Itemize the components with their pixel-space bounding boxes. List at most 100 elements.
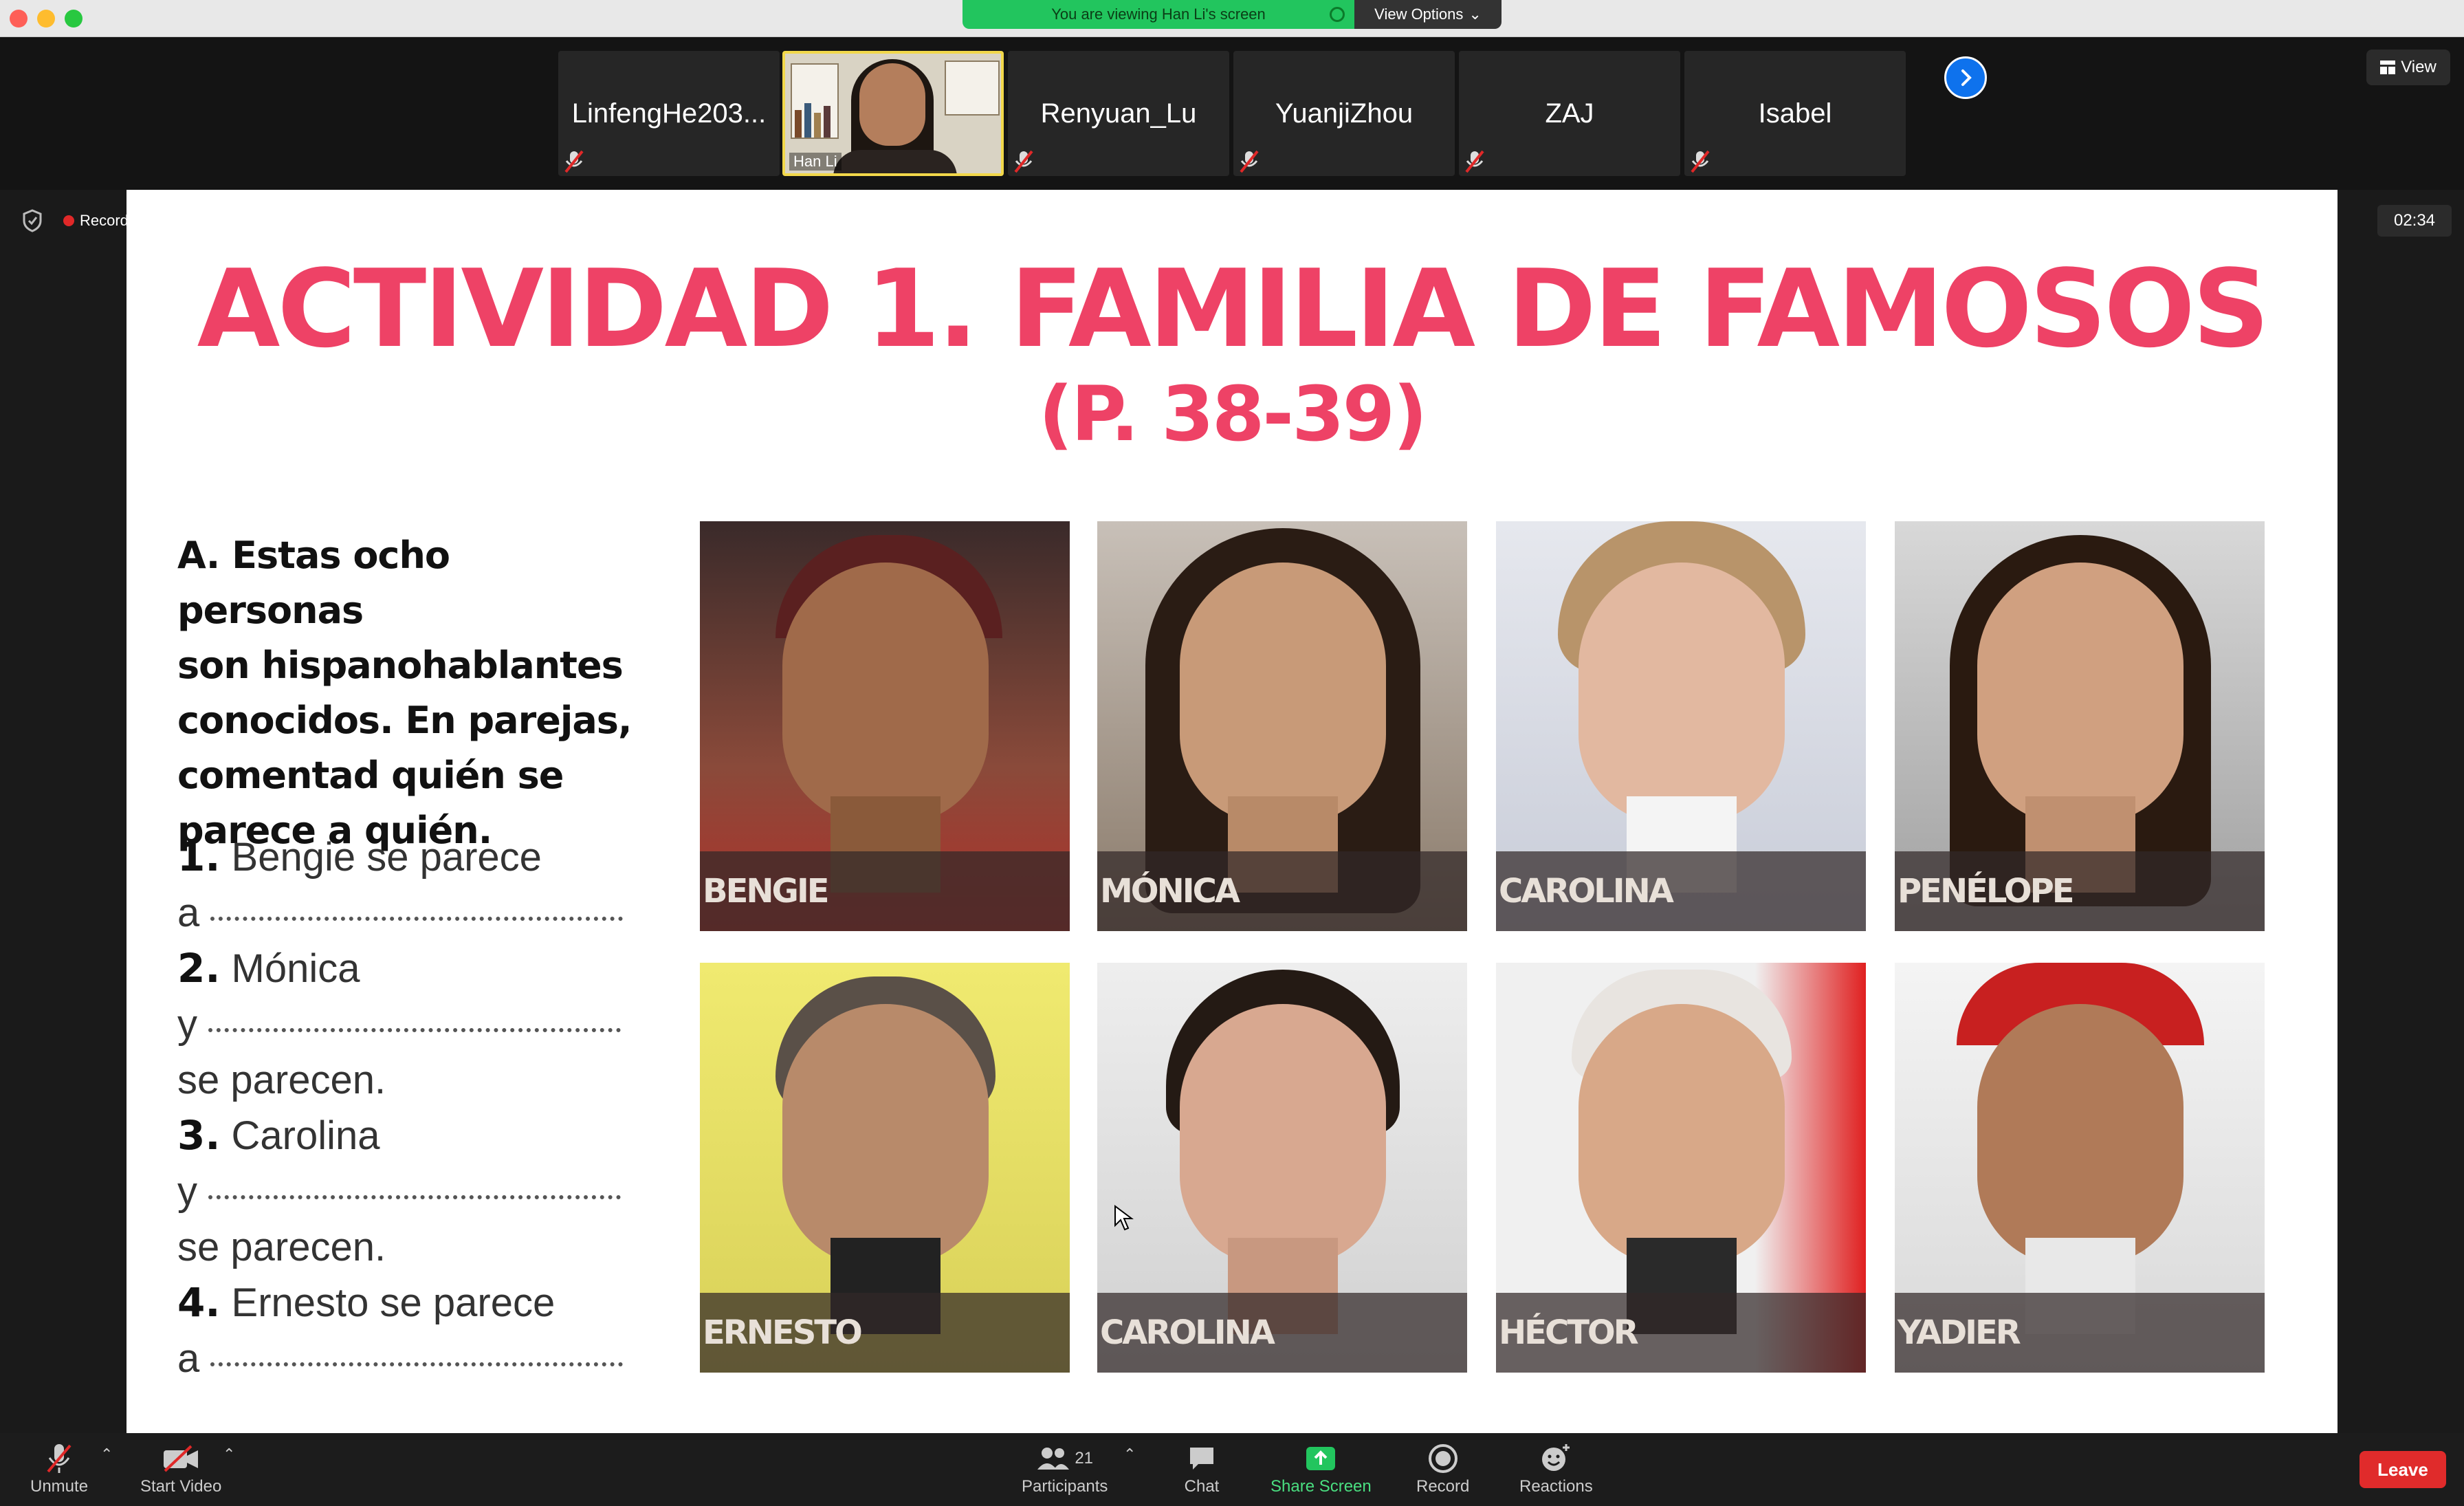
chevron-down-icon: ⌄	[1468, 6, 1482, 23]
chevron-right-icon	[1961, 69, 1972, 86]
photo-caption: CAROLINA	[1496, 851, 1866, 931]
slide-instructions: A. Estas ocho personas son hispanohablan…	[177, 528, 645, 858]
start-video-label: Start Video	[140, 1477, 222, 1496]
exercise-connector: a	[177, 891, 200, 935]
person-face	[859, 63, 925, 146]
participant-name: Renyuan_Lu	[1040, 98, 1197, 129]
celebrity-photo: YADIER	[1895, 963, 2265, 1373]
title-bar: You are viewing Han Li's screen View Opt…	[0, 0, 2464, 37]
recording-dot-icon	[63, 215, 74, 226]
participants-label: Participants	[1022, 1477, 1108, 1496]
muted-mic-icon	[1691, 150, 1710, 173]
person-shirt	[833, 150, 957, 173]
participants-options-chevron-icon[interactable]: ⌃	[1123, 1445, 1136, 1463]
exercise-number: 4.	[177, 1279, 221, 1326]
instruction-line: conocidos. En parejas,	[177, 699, 632, 742]
celebrity-photo: CAROLINA	[1097, 963, 1467, 1373]
exercise-item: 1. Bengie se parece a	[177, 829, 672, 941]
photo-caption: HÉCTOR	[1496, 1293, 1866, 1373]
answer-blank	[208, 1190, 622, 1199]
viewing-screen-banner: You are viewing Han Li's screen	[962, 0, 1354, 29]
shield-icon[interactable]	[22, 209, 43, 232]
record-icon	[1428, 1444, 1458, 1473]
muted-mic-icon	[564, 150, 584, 173]
viewing-banner-text: You are viewing Han Li's screen	[1051, 6, 1266, 23]
exercise-text: Ernesto se parece	[231, 1280, 556, 1325]
muted-mic-icon	[47, 1444, 72, 1473]
reactions-button[interactable]: Reactions	[1519, 1440, 1593, 1496]
participant-tile[interactable]: Renyuan_Lu	[1008, 51, 1229, 176]
instruction-line: comentad quién se	[177, 754, 564, 797]
share-screen-icon	[1306, 1447, 1336, 1470]
exercise-connector: a	[177, 1336, 200, 1381]
share-screen-label: Share Screen	[1270, 1477, 1372, 1496]
participant-name: ZAJ	[1545, 98, 1594, 129]
slide-title: ACTIVIDAD 1. FAMILIA DE FAMOSOS	[197, 246, 2270, 371]
video-options-chevron-icon[interactable]: ⌃	[223, 1445, 235, 1463]
participant-tile[interactable]: LinfengHe203...	[558, 51, 780, 176]
exercise-ending: se parecen.	[177, 1225, 386, 1269]
celebrity-photo: BENGIE	[700, 521, 1070, 931]
instruction-line: A. Estas ocho personas	[177, 534, 450, 632]
shared-slide: ACTIVIDAD 1. FAMILIA DE FAMOSOS (P. 38-3…	[126, 190, 2338, 1433]
record-button[interactable]: Record	[1416, 1440, 1469, 1496]
exercise-number: 1.	[177, 833, 221, 880]
participant-name: Han Li	[789, 153, 842, 171]
leave-meeting-button[interactable]: Leave	[2360, 1451, 2446, 1488]
chat-button[interactable]: Chat	[1182, 1440, 1221, 1496]
chat-label: Chat	[1184, 1477, 1220, 1496]
maximize-window-button[interactable]	[65, 10, 82, 28]
celebrity-photo: PENÉLOPE	[1895, 521, 2265, 931]
exercise-ending: se parecen.	[177, 1058, 386, 1102]
minimize-window-button[interactable]	[37, 10, 55, 28]
answer-blank	[208, 1023, 622, 1032]
wall-shelf	[945, 61, 1000, 116]
participants-icon	[1037, 1448, 1070, 1470]
view-options-label: View Options	[1374, 6, 1464, 23]
view-label: View	[2401, 58, 2436, 76]
participant-tile[interactable]: YuanjiZhou	[1233, 51, 1455, 176]
participants-button[interactable]: 21 Participants	[1022, 1440, 1108, 1496]
unmute-button[interactable]: Unmute	[30, 1440, 88, 1496]
participant-name: Isabel	[1758, 98, 1832, 129]
exercise-item: 4. Ernesto se parece a	[177, 1275, 672, 1386]
meeting-toolbar: Unmute ⌃ Start Video ⌃ 21 Participants ⌃…	[0, 1433, 2464, 1506]
answer-blank	[210, 911, 624, 921]
answer-blank	[210, 1357, 624, 1366]
celebrity-photo: ERNESTO	[700, 963, 1070, 1373]
exercise-text: Bengie se parece	[231, 835, 542, 880]
slide-subtitle: (P. 38-39)	[1038, 370, 1428, 458]
unmute-label: Unmute	[30, 1477, 89, 1496]
participant-name: LinfengHe203...	[571, 98, 767, 129]
participant-strip: LinfengHe203... Han Li Renyuan_Lu Yuanji…	[0, 37, 2464, 190]
chat-icon	[1190, 1448, 1213, 1470]
screen-share-indicator-icon	[1330, 7, 1345, 22]
share-screen-button[interactable]: Share Screen	[1270, 1440, 1372, 1496]
photo-caption: CAROLINA	[1097, 1293, 1467, 1373]
exercise-text: Mónica	[231, 946, 360, 991]
instruction-line: son hispanohablantes	[177, 644, 624, 687]
next-participants-button[interactable]	[1944, 56, 1987, 99]
exercise-connector: y	[177, 1169, 197, 1214]
exercise-item: 2. Mónica y se parecen.	[177, 941, 672, 1108]
start-video-button[interactable]: Start Video	[140, 1440, 221, 1496]
video-off-icon	[164, 1445, 199, 1472]
exercise-text: Carolina	[231, 1113, 380, 1158]
exercise-connector: y	[177, 1002, 197, 1047]
exercise-list: 1. Bengie se parece a 2. Mónica y se par…	[177, 829, 672, 1386]
participant-tile-active-speaker[interactable]: Han Li	[782, 51, 1004, 176]
photo-caption: PENÉLOPE	[1895, 851, 2265, 931]
close-window-button[interactable]	[10, 10, 28, 28]
mouse-cursor-icon	[1114, 1205, 1134, 1231]
photo-caption: YADIER	[1895, 1293, 2265, 1373]
audio-options-chevron-icon[interactable]: ⌃	[100, 1445, 113, 1463]
participant-tile[interactable]: Isabel	[1684, 51, 1906, 176]
muted-mic-icon	[1014, 150, 1033, 173]
participant-tile[interactable]: ZAJ	[1459, 51, 1680, 176]
record-label: Record	[1416, 1477, 1470, 1496]
view-layout-button[interactable]: View	[2366, 50, 2450, 85]
view-options-button[interactable]: View Options ⌄	[1354, 0, 1502, 29]
exercise-number: 3.	[177, 1112, 221, 1159]
muted-mic-icon	[1240, 150, 1259, 173]
participants-count: 21	[1075, 1449, 1094, 1467]
